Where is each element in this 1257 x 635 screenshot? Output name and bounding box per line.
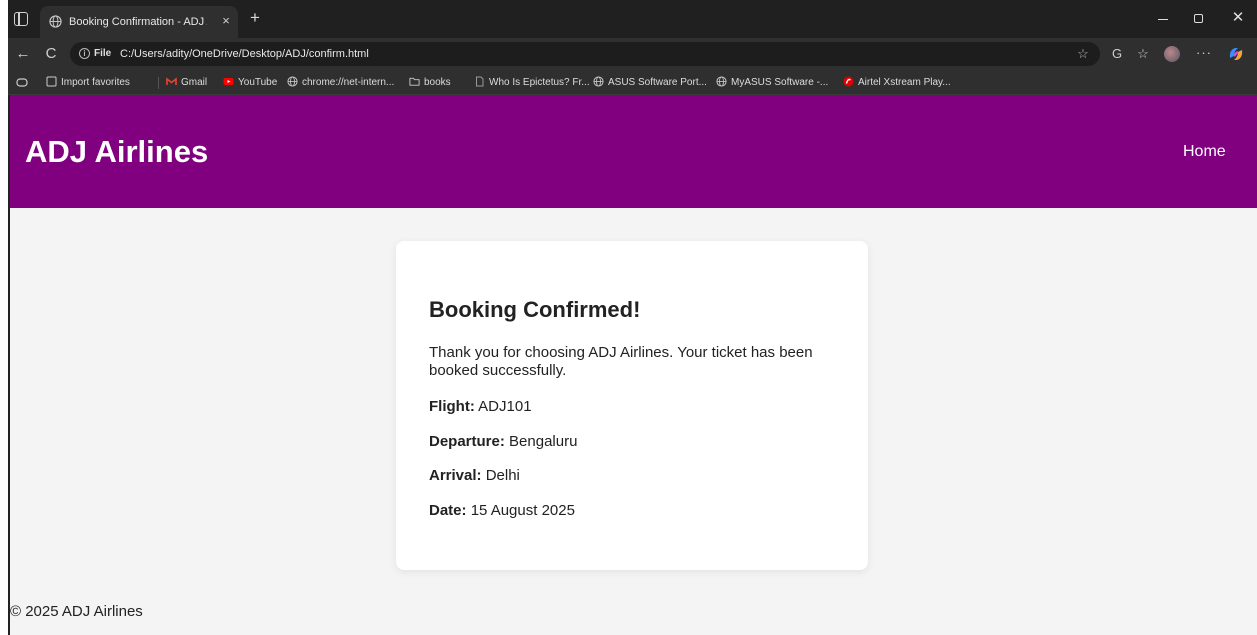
scheme-label: File [94, 48, 112, 59]
import-icon [46, 76, 57, 87]
bookmark-label: Airtel Xstream Play... [858, 77, 951, 88]
site-title: ADJ Airlines [25, 134, 209, 169]
favorites-icon[interactable]: ☆ [1134, 45, 1152, 63]
bookmark-label: Gmail [181, 77, 208, 88]
globe-icon [49, 15, 62, 28]
nav-home-link[interactable]: Home [1183, 142, 1226, 162]
collections-icon[interactable] [16, 77, 28, 88]
detail-label: Date: [429, 502, 467, 519]
url-text[interactable]: C:/Users/adity/OneDrive/Desktop/ADJ/conf… [120, 47, 369, 61]
tab-booking-confirmation[interactable]: Booking Confirmation - ADJ Airlin × [40, 6, 238, 38]
detail-flight: Flight: ADJ101 [429, 398, 532, 416]
bookmark-chrome-net-internals[interactable]: chrome://net-intern... [287, 75, 394, 90]
reload-icon[interactable]: C [42, 45, 60, 63]
star-icon[interactable]: ☆ [1074, 45, 1092, 63]
detail-label: Flight: [429, 398, 475, 415]
gmail-icon [166, 77, 177, 85]
bookmarks-bar: Import favorites Gmail YouTube chrome://… [8, 70, 1257, 95]
bookmark-label: Import favorites [61, 77, 130, 88]
bookmark-label: books [424, 77, 451, 88]
more-icon[interactable]: ··· [1194, 44, 1214, 62]
page-viewport: ADJ Airlines Home Booking Confirmed! Tha… [8, 95, 1257, 635]
bookmark-label: Who Is Epictetus? Fr... [489, 77, 590, 88]
bookmark-label: chrome://net-intern... [302, 77, 395, 88]
detail-date: Date: 15 August 2025 [429, 502, 575, 520]
bookmark-myasus-software[interactable]: MyASUS Software -... [716, 75, 828, 90]
close-window-icon[interactable]: ✕ [1228, 9, 1248, 27]
bookmark-books[interactable]: books [409, 75, 451, 90]
tab-close-icon[interactable]: × [218, 12, 234, 30]
globe-icon [716, 76, 727, 87]
maximize-icon[interactable] [1194, 14, 1203, 23]
detail-departure: Departure: Bengaluru [429, 433, 577, 451]
back-icon[interactable]: ← [14, 45, 32, 63]
bookmark-gmail[interactable]: Gmail [166, 75, 207, 90]
globe-icon [593, 76, 604, 87]
bookmark-who-is-epictetus[interactable]: Who Is Epictetus? Fr... [474, 75, 590, 90]
bookmark-label: MyASUS Software -... [731, 77, 829, 88]
confirmation-card: Booking Confirmed! Thank you for choosin… [396, 241, 868, 570]
new-tab-icon[interactable]: + [246, 9, 264, 27]
browser-toolbar: ← C i File C:/Users/adity/OneDrive/Deskt… [8, 38, 1257, 70]
info-icon[interactable]: i [79, 48, 90, 59]
detail-value: ADJ101 [478, 398, 532, 415]
detail-label: Departure: [429, 433, 505, 450]
tab-strip: Booking Confirmation - ADJ Airlin × + ✕ [8, 0, 1257, 38]
detail-value: 15 August 2025 [470, 502, 575, 519]
bookmark-airtel-xstream-play[interactable]: Airtel Xstream Play... [843, 75, 951, 90]
bookmark-youtube[interactable]: YouTube [223, 75, 277, 90]
site-header: ADJ Airlines Home [8, 95, 1257, 208]
bookmark-label: ASUS Software Port... [608, 77, 707, 88]
copilot-icon[interactable] [1226, 44, 1246, 64]
detail-arrival: Arrival: Delhi [429, 467, 520, 485]
bookmark-asus-software-portal[interactable]: ASUS Software Port... [593, 75, 707, 90]
detail-label: Arrival: [429, 467, 482, 484]
address-bar[interactable]: i File C:/Users/adity/OneDrive/Desktop/A… [70, 42, 1100, 66]
youtube-icon [223, 77, 234, 85]
page-icon [476, 76, 484, 87]
bookmark-import-favorites[interactable]: Import favorites [46, 75, 130, 90]
tab-title: Booking Confirmation - ADJ Airlin [69, 16, 207, 28]
globe-icon [287, 76, 298, 87]
detail-value: Bengaluru [509, 433, 578, 450]
viewport-edge [8, 95, 10, 635]
minimize-icon[interactable] [1153, 10, 1173, 26]
airtel-icon [843, 76, 854, 87]
bookmark-separator [158, 77, 159, 89]
confirmation-heading: Booking Confirmed! [429, 297, 641, 322]
profile-avatar[interactable] [1164, 46, 1180, 62]
folder-icon [409, 77, 420, 86]
confirmation-message: Thank you for choosing ADJ Airlines. You… [429, 344, 813, 379]
detail-value: Delhi [485, 467, 520, 484]
browser-window: Booking Confirmation - ADJ Airlin × + ✕ … [0, 0, 1257, 635]
site-footer: © 2025 ADJ Airlines [10, 603, 143, 620]
sidebar-toggle-icon[interactable] [14, 12, 28, 26]
bookmark-label: YouTube [238, 77, 278, 88]
refresh-icon[interactable]: G [1108, 45, 1126, 63]
